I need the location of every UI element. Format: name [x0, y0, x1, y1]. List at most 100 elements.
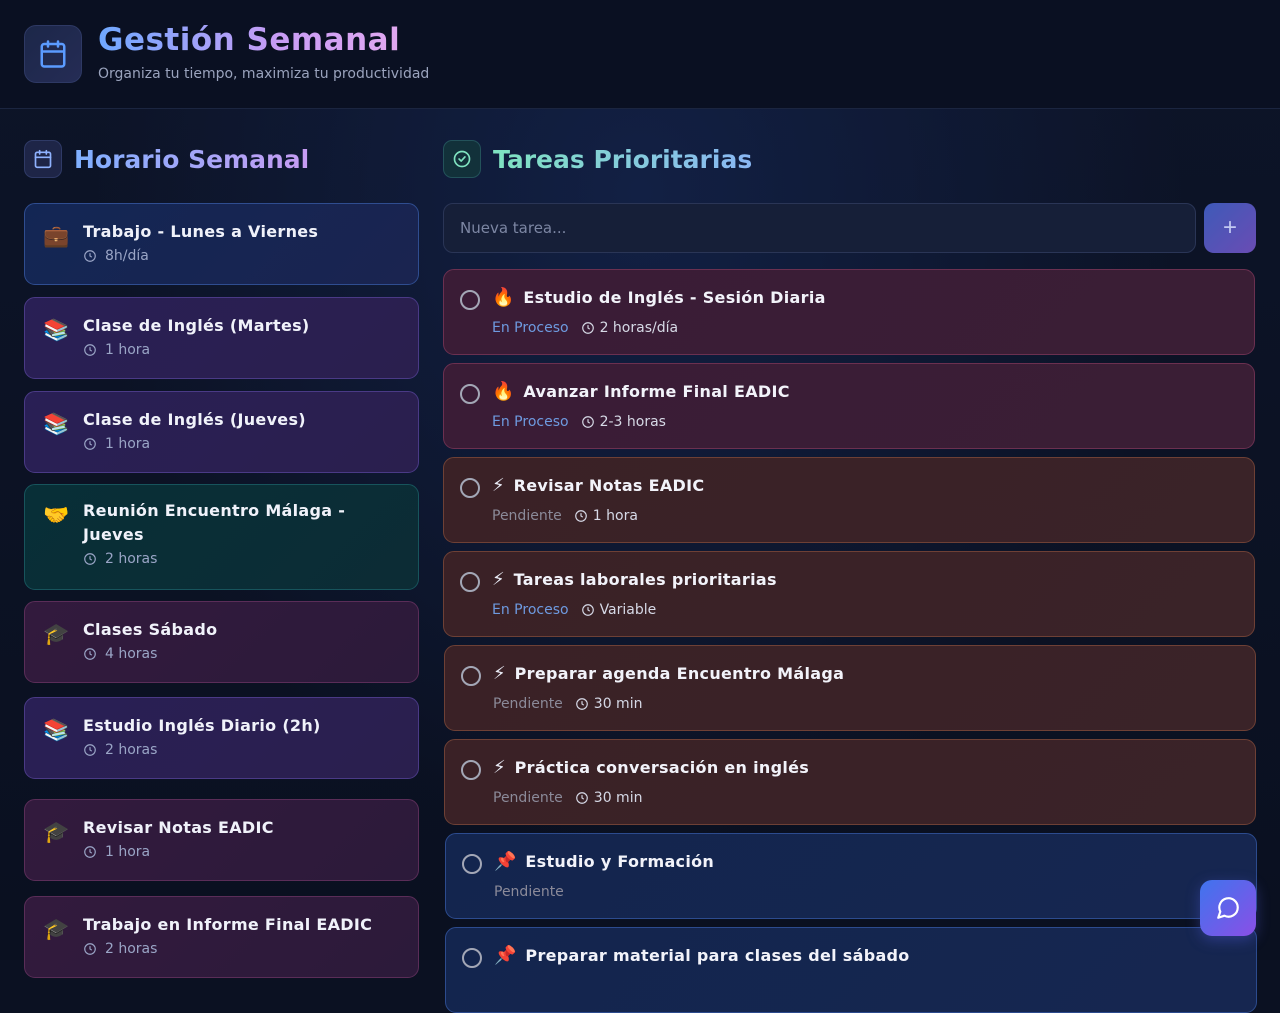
- calendar-icon: [24, 25, 82, 83]
- fire-icon: 🔥: [492, 287, 515, 308]
- schedule-item-duration: 8h/día: [105, 248, 149, 264]
- task-title: Estudio de Inglés - Sesión Diaria: [523, 288, 826, 307]
- task-status: Pendiente: [494, 884, 564, 900]
- task-item[interactable]: 📌 Estudio y Formación Pendiente: [445, 833, 1257, 919]
- schedule-header: Horario Semanal: [24, 140, 309, 178]
- handshake-icon: 🤝: [43, 503, 70, 527]
- task-item[interactable]: 📌 Preparar material para clases del sába…: [445, 927, 1257, 1013]
- schedule-item[interactable]: 📚 Clase de Inglés (Martes) 1 hora: [24, 297, 419, 379]
- task-item[interactable]: ⚡ Revisar Notas EADIC Pendiente 1 hora: [443, 457, 1255, 543]
- graduation-cap-icon: 🎓: [43, 820, 70, 844]
- tasks-title: Tareas Prioritarias: [493, 144, 753, 174]
- clock-icon: [84, 648, 96, 660]
- task-checkbox[interactable]: [460, 290, 480, 310]
- books-icon: 📚: [43, 718, 70, 742]
- clock-icon: [84, 250, 96, 262]
- schedule-item-duration: 2 horas: [105, 941, 158, 957]
- clock-icon: [581, 604, 594, 616]
- task-checkbox[interactable]: [462, 854, 482, 874]
- schedule-item-duration: 1 hora: [105, 844, 151, 860]
- schedule-title: Horario Semanal: [74, 144, 310, 174]
- schedule-item-title: Clases Sábado: [83, 620, 218, 639]
- task-title: Estudio y Formación: [525, 852, 715, 871]
- chat-button[interactable]: [1200, 880, 1256, 936]
- clock-icon: [84, 846, 96, 858]
- schedule-item[interactable]: 🎓 Clases Sábado 4 horas: [24, 601, 419, 683]
- task-checkbox[interactable]: [460, 384, 480, 404]
- lightning-icon: ⚡: [493, 757, 506, 778]
- lightning-icon: ⚡: [492, 569, 505, 590]
- schedule-item-title: Trabajo - Lunes a Viernes: [83, 222, 319, 241]
- check-circle-icon: [443, 140, 481, 178]
- task-duration: 30 min: [593, 790, 643, 806]
- lightning-icon: ⚡: [492, 475, 505, 496]
- task-status: En Proceso: [492, 414, 569, 430]
- books-icon: 📚: [43, 318, 70, 342]
- clock-icon: [574, 510, 587, 522]
- task-duration: 30 min: [593, 696, 643, 712]
- clock-icon: [575, 792, 588, 804]
- clock-icon: [581, 416, 594, 428]
- schedule-item[interactable]: 🎓 Trabajo en Informe Final EADIC 2 horas: [24, 896, 419, 978]
- task-item[interactable]: ⚡ Tareas laborales prioritarias En Proce…: [443, 551, 1255, 637]
- task-status: Pendiente: [493, 790, 563, 806]
- clock-icon: [84, 344, 96, 356]
- schedule-item-title: Clase de Inglés (Martes): [83, 316, 310, 335]
- schedule-item-duration: 2 horas: [105, 742, 158, 758]
- task-checkbox[interactable]: [460, 478, 480, 498]
- chat-bubble-icon: [1217, 897, 1239, 919]
- schedule-item-title: Reunión Encuentro Málaga - Jueves: [83, 501, 346, 544]
- task-checkbox[interactable]: [460, 572, 480, 592]
- task-title: Preparar agenda Encuentro Málaga: [514, 664, 845, 683]
- books-icon: 📚: [43, 412, 70, 436]
- task-checkbox[interactable]: [461, 760, 481, 780]
- task-title: Tareas laborales prioritarias: [513, 570, 777, 589]
- calendar-icon: [24, 140, 62, 178]
- add-task-button[interactable]: +: [1204, 203, 1256, 253]
- task-item[interactable]: 🔥 Estudio de Inglés - Sesión Diaria En P…: [443, 269, 1255, 355]
- schedule-item[interactable]: 🎓 Revisar Notas EADIC 1 hora: [24, 799, 419, 881]
- task-item[interactable]: ⚡ Práctica conversación en inglés Pendie…: [444, 739, 1256, 825]
- task-title: Práctica conversación en inglés: [514, 758, 810, 777]
- app-subtitle: Organiza tu tiempo, maximiza tu producti…: [98, 66, 430, 82]
- task-title: Avanzar Informe Final EADIC: [523, 382, 790, 401]
- clock-icon: [575, 698, 588, 710]
- lightning-icon: ⚡: [493, 663, 506, 684]
- task-title: Preparar material para clases del sábado: [525, 946, 910, 965]
- task-status: En Proceso: [492, 320, 569, 336]
- task-status: Pendiente: [493, 696, 563, 712]
- fire-icon: 🔥: [492, 381, 515, 402]
- task-status: Pendiente: [492, 508, 562, 524]
- task-duration: 1 hora: [592, 508, 638, 524]
- app-header: Gestión Semanal Organiza tu tiempo, maxi…: [0, 0, 1280, 109]
- task-duration: 2-3 horas: [599, 414, 666, 430]
- graduation-cap-icon: 🎓: [43, 917, 70, 941]
- task-status: En Proceso: [492, 602, 569, 618]
- schedule-item-title: Trabajo en Informe Final EADIC: [83, 915, 373, 934]
- task-checkbox[interactable]: [462, 948, 482, 968]
- task-checkbox[interactable]: [461, 666, 481, 686]
- task-item[interactable]: ⚡ Preparar agenda Encuentro Málaga Pendi…: [444, 645, 1256, 731]
- clock-icon: [84, 438, 96, 450]
- new-task-input[interactable]: [443, 203, 1196, 253]
- schedule-item[interactable]: 🤝 Reunión Encuentro Málaga - Jueves 2 ho…: [24, 484, 419, 590]
- clock-icon: [84, 943, 96, 955]
- task-title: Revisar Notas EADIC: [513, 476, 705, 495]
- clock-icon: [581, 322, 594, 334]
- schedule-item-title: Clase de Inglés (Jueves): [83, 410, 306, 429]
- app-title: Gestión Semanal: [98, 22, 401, 58]
- pushpin-icon: 📌: [494, 851, 517, 872]
- schedule-item-duration: 2 horas: [105, 551, 158, 567]
- schedule-item[interactable]: 💼 Trabajo - Lunes a Viernes 8h/día: [24, 203, 419, 285]
- tasks-header: Tareas Prioritarias: [443, 140, 752, 178]
- clock-icon: [84, 744, 96, 756]
- schedule-item[interactable]: 📚 Estudio Inglés Diario (2h) 2 horas: [24, 697, 419, 779]
- briefcase-icon: 💼: [43, 224, 70, 248]
- task-item[interactable]: 🔥 Avanzar Informe Final EADIC En Proceso…: [443, 363, 1255, 449]
- task-duration: Variable: [599, 602, 657, 618]
- schedule-item-title: Estudio Inglés Diario (2h): [83, 716, 321, 735]
- task-duration: 2 horas/día: [599, 320, 679, 336]
- schedule-item[interactable]: 📚 Clase de Inglés (Jueves) 1 hora: [24, 391, 419, 473]
- clock-icon: [84, 553, 96, 565]
- schedule-item-title: Revisar Notas EADIC: [83, 818, 274, 837]
